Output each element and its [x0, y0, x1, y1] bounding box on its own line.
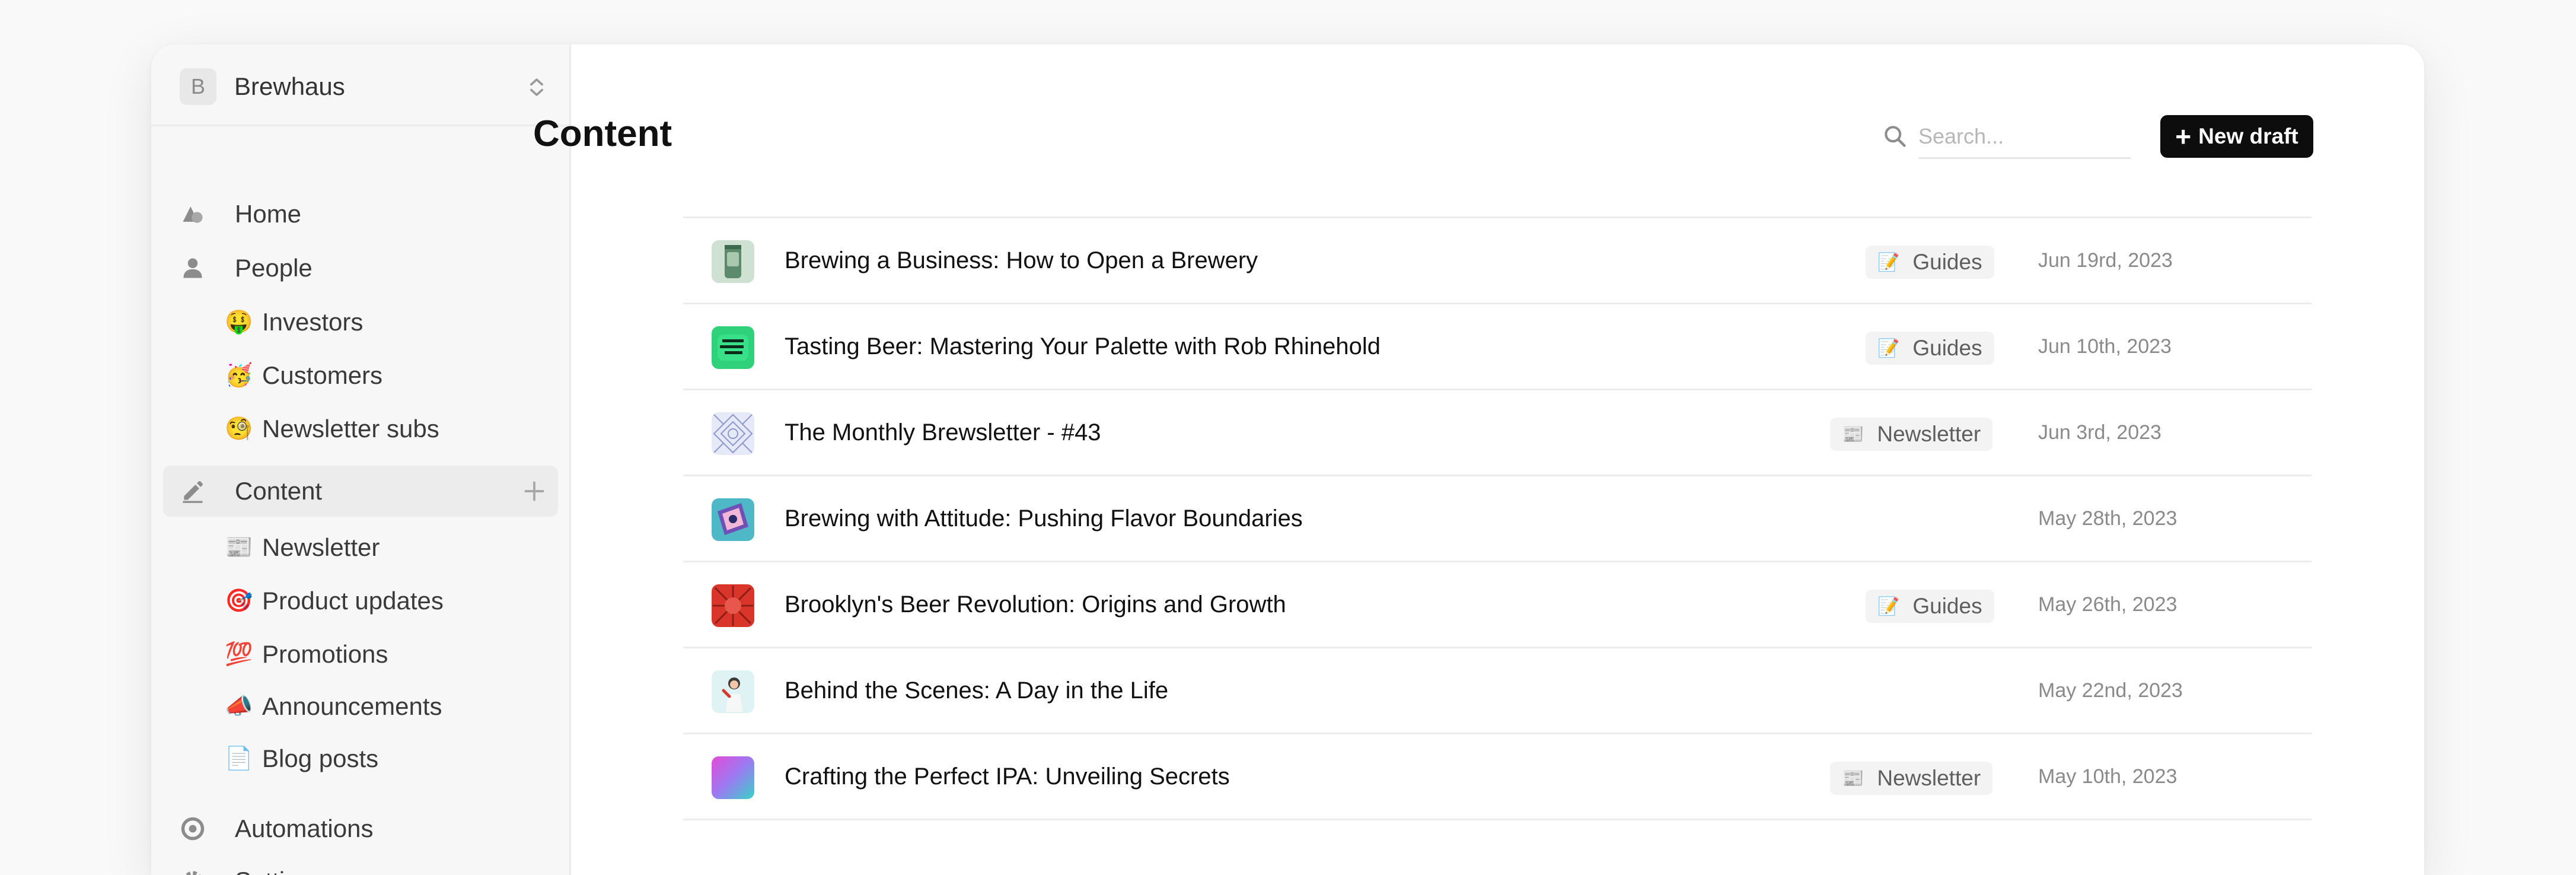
list-divider: [683, 819, 2312, 820]
tag-label: Newsletter: [1877, 422, 1981, 447]
home-shapes-icon: [180, 201, 206, 227]
row-date: May 26th, 2023: [2038, 562, 2177, 647]
workspace-name: Brewhaus: [234, 72, 345, 101]
sidebar-item-label: Investors: [262, 308, 363, 336]
sidebar-item-label: Settings: [235, 867, 325, 875]
table-row[interactable]: Brewing a Business: How to Open a Brewer…: [683, 217, 2312, 303]
tag-label: Guides: [1912, 594, 1982, 619]
document-icon: 📄: [225, 746, 251, 772]
sidebar-item-newsletter[interactable]: 📰 Newsletter: [163, 524, 558, 571]
sidebar-item-label: People: [235, 254, 313, 282]
sidebar-item-blog-posts[interactable]: 📄 Blog posts: [163, 735, 558, 782]
table-row[interactable]: Brooklyn's Beer Revolution: Origins and …: [683, 561, 2312, 647]
sidebar-item-label: Content: [235, 477, 322, 505]
sidebar-item-automations[interactable]: Automations: [163, 803, 558, 854]
sidebar-item-label: Automations: [235, 814, 373, 843]
thumb-sticker-icon: [712, 498, 754, 541]
table-row[interactable]: The Monthly Brewsletter - #43 📰 Newslett…: [683, 389, 2312, 475]
memo-icon: 📝: [1877, 338, 1899, 359]
sidebar: B Brewhaus Home People 🤑: [151, 44, 571, 875]
thumb-pattern-icon: [712, 412, 754, 455]
sidebar-item-product-updates[interactable]: 🎯 Product updates: [163, 577, 558, 625]
chevron-up-down-icon[interactable]: [524, 74, 550, 100]
add-icon[interactable]: [521, 478, 547, 504]
gear-icon: [180, 868, 206, 875]
page-title: Content: [533, 113, 672, 155]
search-input[interactable]: [1918, 116, 2131, 159]
row-date: May 22nd, 2023: [2038, 648, 2183, 733]
money-face-icon: 🤑: [225, 309, 251, 335]
sidebar-divider: [151, 125, 569, 126]
tag-badge[interactable]: 📰 Newsletter: [1830, 418, 1992, 451]
row-title: Brewing with Attitude: Pushing Flavor Bo…: [785, 476, 1303, 561]
row-date: Jun 10th, 2023: [2038, 304, 2172, 389]
tag-badge[interactable]: 📰 Newsletter: [1830, 762, 1992, 795]
row-date: May 28th, 2023: [2038, 476, 2177, 561]
sidebar-item-announcements[interactable]: 📣 Announcements: [163, 683, 558, 730]
tag-badge[interactable]: 📝 Guides: [1866, 332, 1994, 365]
tag-badge[interactable]: 📝 Guides: [1866, 590, 1994, 623]
automations-icon: [180, 816, 206, 842]
sidebar-item-label: Product updates: [262, 587, 444, 615]
sidebar-item-label: Newsletter subs: [262, 415, 439, 443]
tag-label: Guides: [1912, 336, 1982, 361]
newspaper-icon: 📰: [1842, 424, 1864, 445]
row-title: Behind the Scenes: A Day in the Life: [785, 648, 1168, 733]
monocle-face-icon: 🧐: [225, 416, 251, 442]
sidebar-item-settings[interactable]: Settings: [163, 855, 558, 875]
thumb-green-icon: [712, 326, 754, 369]
megaphone-icon: 📣: [225, 693, 251, 720]
sidebar-item-newsletter-subs[interactable]: 🧐 Newsletter subs: [163, 405, 558, 453]
sidebar-item-label: Promotions: [262, 640, 388, 669]
thumb-can-icon: [712, 240, 754, 283]
row-date: Jun 19rd, 2023: [2038, 218, 2173, 303]
sidebar-item-label: Customers: [262, 361, 382, 390]
sidebar-item-label: Newsletter: [262, 533, 380, 562]
newspaper-icon: 📰: [225, 534, 251, 561]
person-icon: [180, 255, 206, 281]
newspaper-icon: 📰: [1842, 768, 1864, 789]
row-date: Jun 3rd, 2023: [2038, 390, 2161, 475]
target-icon: 🎯: [225, 588, 251, 614]
sidebar-item-label: Home: [235, 200, 301, 228]
hundred-points-icon: 💯: [225, 641, 251, 667]
workspace-switcher[interactable]: B Brewhaus: [173, 66, 550, 107]
new-draft-button[interactable]: + New draft: [2160, 115, 2313, 158]
row-title: The Monthly Brewsletter - #43: [785, 390, 1101, 475]
tag-label: Newsletter: [1877, 766, 1981, 791]
table-row[interactable]: Crafting the Perfect IPA: Unveiling Secr…: [683, 733, 2312, 819]
sidebar-item-promotions[interactable]: 💯 Promotions: [163, 631, 558, 678]
row-date: May 10th, 2023: [2038, 734, 2177, 819]
sidebar-item-content[interactable]: Content: [163, 466, 558, 517]
memo-icon: 📝: [1877, 252, 1899, 273]
new-draft-label: New draft: [2198, 124, 2298, 149]
sidebar-item-label: Blog posts: [262, 744, 378, 773]
row-title: Tasting Beer: Mastering Your Palette wit…: [785, 304, 1381, 389]
tag-label: Guides: [1912, 250, 1982, 275]
sidebar-item-home[interactable]: Home: [163, 189, 558, 240]
workspace-avatar: B: [180, 68, 216, 105]
pencil-icon: [180, 478, 206, 504]
thumb-illustration-icon: [712, 670, 754, 713]
tag-badge[interactable]: 📝 Guides: [1866, 246, 1994, 279]
row-title: Brewing a Business: How to Open a Brewer…: [785, 218, 1258, 303]
sidebar-item-label: Announcements: [262, 692, 442, 721]
search-bar: [1882, 116, 2134, 160]
sidebar-item-people[interactable]: People: [163, 243, 558, 294]
row-title: Brooklyn's Beer Revolution: Origins and …: [785, 562, 1286, 647]
table-row[interactable]: Brewing with Attitude: Pushing Flavor Bo…: [683, 475, 2312, 561]
sidebar-item-customers[interactable]: 🥳 Customers: [163, 352, 558, 399]
thumb-red-icon: [712, 584, 754, 627]
memo-icon: 📝: [1877, 596, 1899, 617]
sidebar-item-investors[interactable]: 🤑 Investors: [163, 298, 558, 346]
table-row[interactable]: Tasting Beer: Mastering Your Palette wit…: [683, 303, 2312, 389]
row-title: Crafting the Perfect IPA: Unveiling Secr…: [785, 734, 1230, 819]
search-icon: [1882, 123, 1908, 149]
plus-icon: +: [2175, 123, 2191, 150]
thumb-gradient-icon: [712, 756, 754, 799]
party-face-icon: 🥳: [225, 362, 251, 389]
table-row[interactable]: Behind the Scenes: A Day in the Life May…: [683, 647, 2312, 733]
